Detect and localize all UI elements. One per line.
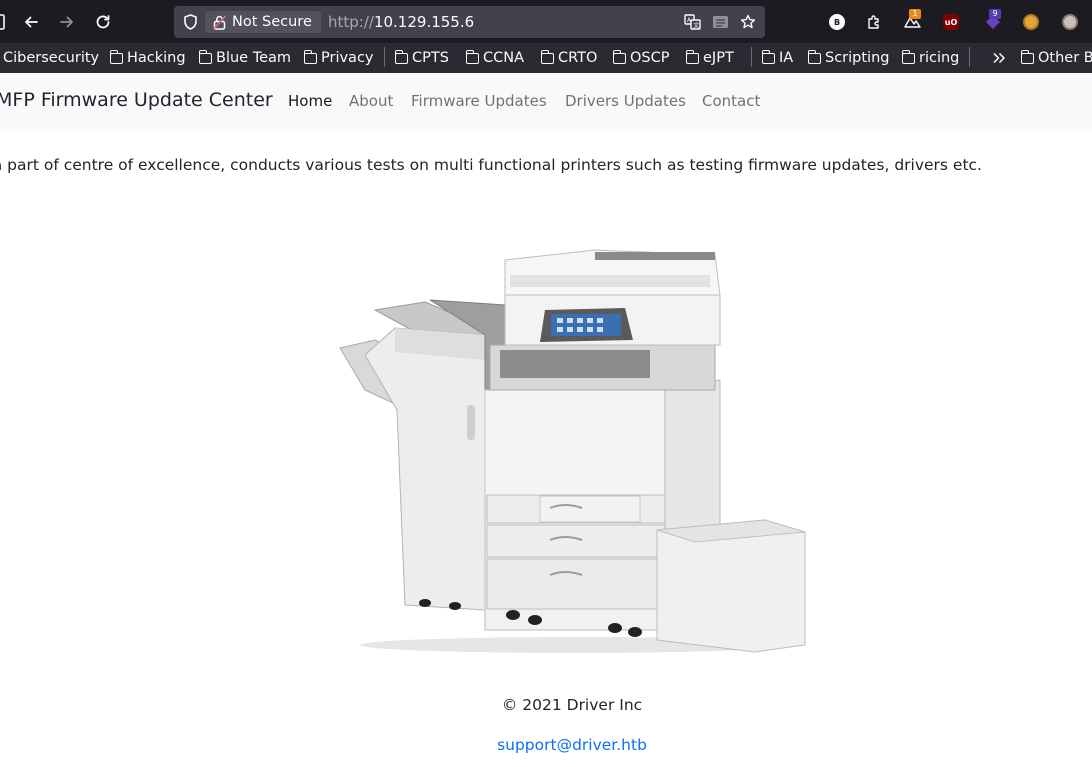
folder-icon <box>394 49 408 64</box>
web-clipper-badge: 1 <box>909 9 921 19</box>
extensions-puzzle-icon[interactable] <box>864 12 884 32</box>
bookmarks-separator <box>751 47 752 67</box>
folder-icon <box>109 49 123 64</box>
url-bar[interactable]: Not Secure http://10.129.155.6 A文 <box>174 6 765 38</box>
bookmarks-overflow-chevron-icon[interactable] <box>990 49 1008 67</box>
bookmark-label: CPTS <box>412 50 449 66</box>
ublock-origin-label: uO <box>944 17 958 27</box>
bookmark-label: Other B <box>1038 50 1092 66</box>
bookmark-label: ricing <box>919 50 960 66</box>
bookmark-label: Blue Team <box>216 50 292 66</box>
nav-link-drivers-updates[interactable]: Drivers Updates <box>565 92 686 110</box>
nav-link-home[interactable]: Home <box>288 92 332 110</box>
folder-icon <box>1020 49 1034 64</box>
tracking-protection-shield-icon[interactable] <box>181 13 199 31</box>
bookmark-item[interactable]: Cibersecurity <box>3 49 99 67</box>
bookmark-folder[interactable]: IA <box>761 49 794 67</box>
nav-link-about[interactable]: About <box>349 92 393 110</box>
url-scheme: http:// <box>328 13 374 31</box>
web-clipper-badge-count: 1 <box>912 9 918 18</box>
extension-b-label: B <box>833 17 841 27</box>
url-host: 10.129.155.6 <box>373 13 475 31</box>
url-text[interactable]: http://10.129.155.6 <box>328 13 474 31</box>
bookmark-folder[interactable]: ricing <box>901 49 960 67</box>
mfp-printer-image <box>339 249 806 653</box>
bookmark-label: IA <box>779 50 794 66</box>
bookmark-label: eJPT <box>703 50 734 66</box>
bookmarks-separator <box>384 47 385 67</box>
broken-lock-icon <box>212 14 226 30</box>
bookmark-label: Privacy <box>321 50 374 66</box>
bookmark-folder[interactable]: Scripting <box>807 49 890 67</box>
reload-button-icon[interactable] <box>93 12 113 32</box>
bookmark-star-icon[interactable] <box>739 13 757 31</box>
folder-icon <box>807 49 821 64</box>
bookmark-folder[interactable]: CRTO <box>540 49 598 67</box>
back-button-icon[interactable] <box>21 12 41 32</box>
sidebar-icon[interactable] <box>0 13 6 31</box>
folder-icon <box>612 49 626 64</box>
reader-view-icon[interactable] <box>711 13 729 31</box>
bookmark-label: Hacking <box>127 50 186 66</box>
folder-icon <box>303 49 317 64</box>
bookmark-folder[interactable]: Hacking <box>109 49 186 67</box>
folder-icon <box>901 49 915 64</box>
folder-icon <box>465 49 479 64</box>
not-secure-label: Not Secure <box>232 14 312 30</box>
folder-icon <box>198 49 212 64</box>
bookmark-folder[interactable]: eJPT <box>685 49 734 67</box>
profile-avatar-icon[interactable] <box>1062 14 1078 30</box>
purple-extension-badge-count: 9 <box>992 9 998 18</box>
site-brand[interactable]: MFP Firmware Update Center <box>0 89 273 111</box>
bookmark-label: CRTO <box>558 50 598 66</box>
bookmark-folder[interactable]: CCNA <box>465 49 525 67</box>
bookmark-folder[interactable]: Privacy <box>303 49 374 67</box>
nav-link-firmware-updates[interactable]: Firmware Updates <box>411 92 547 110</box>
folder-icon <box>761 49 775 64</box>
intro-text-content: Our Team as a part of centre of excellen… <box>0 156 982 174</box>
intro-text: Our Team as a part of centre of excellen… <box>0 156 982 174</box>
bookmark-label: CCNA <box>483 50 525 66</box>
cookie-extension-icon[interactable] <box>1023 14 1039 30</box>
footer-copyright: © 2021 Driver Inc <box>501 696 643 714</box>
bookmark-folder[interactable]: CPTS <box>394 49 449 67</box>
folder-icon <box>685 49 699 64</box>
folder-icon <box>540 49 554 64</box>
bookmark-folder[interactable]: Blue Team <box>198 49 292 67</box>
translate-icon[interactable]: A文 <box>683 13 701 31</box>
extension-b-icon[interactable]: B <box>829 14 845 30</box>
bookmark-folder-other[interactable]: Other B <box>1020 49 1092 67</box>
purple-extension-badge: 9 <box>989 9 1001 19</box>
forward-button-icon[interactable] <box>57 12 77 32</box>
not-secure-badge[interactable]: Not Secure <box>205 11 321 33</box>
bookmark-label: Cibersecurity <box>3 50 100 66</box>
bookmark-folder[interactable]: OSCP <box>612 49 670 67</box>
footer-support-email-link[interactable]: support@driver.htb <box>0 736 1092 754</box>
bookmarks-separator <box>969 47 970 67</box>
bookmark-label: Scripting <box>825 50 890 66</box>
ublock-origin-icon[interactable]: uO <box>943 14 959 30</box>
nav-link-contact[interactable]: Contact <box>702 92 760 110</box>
bookmark-label: OSCP <box>630 50 670 66</box>
svg-text:文: 文 <box>693 21 699 29</box>
